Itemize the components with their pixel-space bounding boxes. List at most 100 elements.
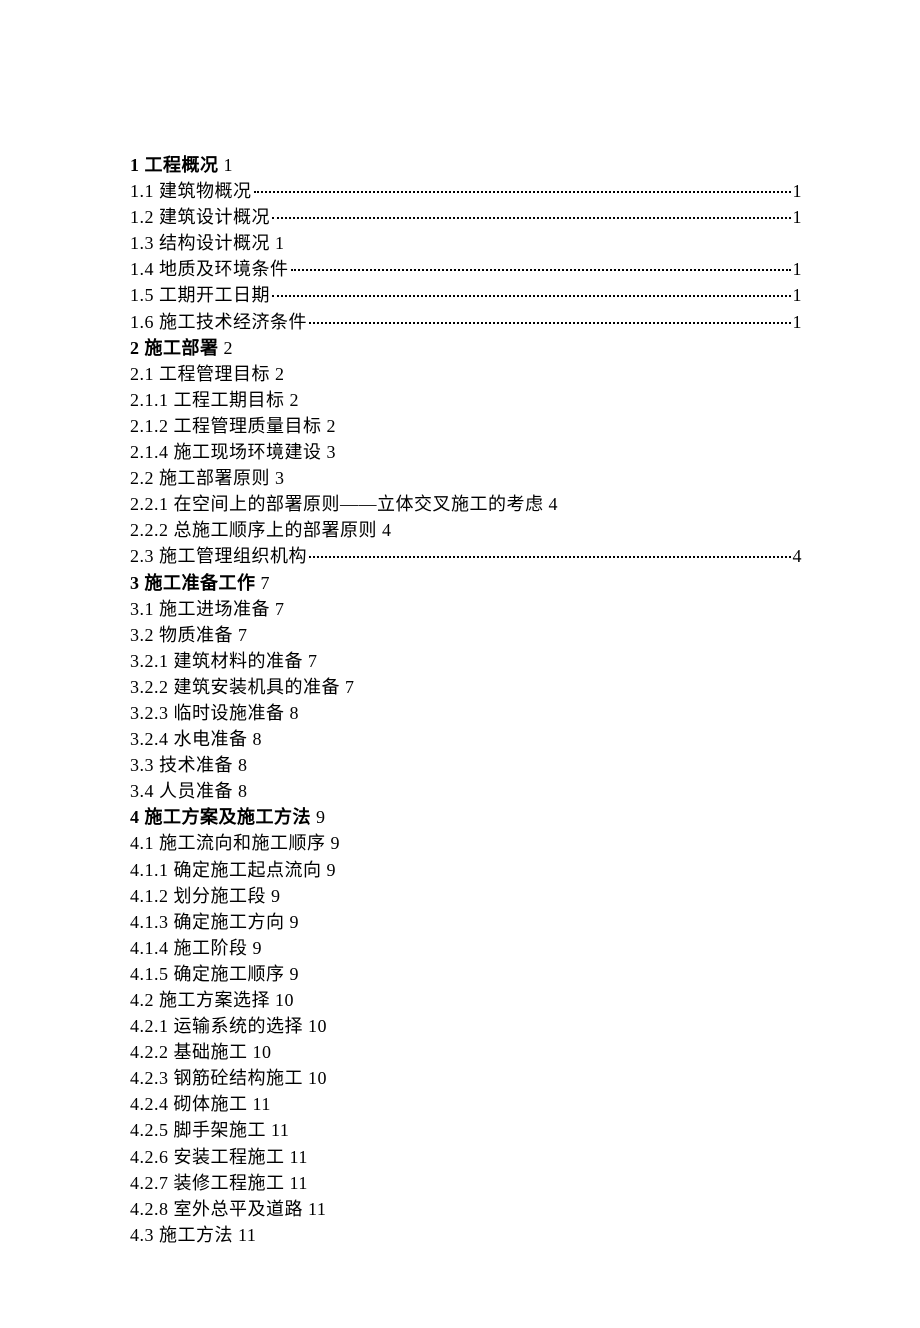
toc-entry: 1.1 建筑物概况1 [130,178,802,204]
toc-entry: 3 施工准备工作 7 [130,570,802,596]
toc-entry: 2.2.1 在空间上的部署原则——立体交叉施工的考虑 4 [130,491,802,517]
toc-entry-number: 2.2 [130,468,159,488]
toc-entry-number: 1.1 [130,181,159,201]
toc-entry: 4.1.3 确定施工方向 9 [130,909,802,935]
toc-entry: 1.6 施工技术经济条件1 [130,309,802,335]
toc-entry: 1.2 建筑设计概况1 [130,204,802,230]
toc-entry-left: 3.2.1 建筑材料的准备 7 [130,648,318,674]
toc-entry: 4 施工方案及施工方法 9 [130,804,802,830]
toc-entry-page: 10 [308,1068,327,1088]
toc-entry-page: 7 [308,651,318,671]
toc-entry-number: 4.2.8 [130,1199,174,1219]
toc-entry: 4.2.7 装修工程施工 11 [130,1170,802,1196]
toc-entry-left: 4.2.1 运输系统的选择 10 [130,1013,327,1039]
toc-leader-dots [291,269,791,271]
toc-leader-dots [309,322,791,324]
toc-entry-left: 1.5 工期开工日期 [130,282,270,308]
toc-entry: 1.3 结构设计概况 1 [130,230,802,256]
toc-entry: 1.4 地质及环境条件 1 [130,256,802,282]
toc-entry-title: 安装工程施工 [174,1147,285,1167]
toc-entry-title: 结构设计概况 [159,233,270,253]
toc-entry: 2.1.1 工程工期目标 2 [130,387,802,413]
toc-entry-title: 砌体施工 [174,1094,248,1114]
toc-entry-left: 2.1.2 工程管理质量目标 2 [130,413,336,439]
toc-entry-number: 4.2.3 [130,1068,174,1088]
toc-entry-left: 4.1.3 确定施工方向 9 [130,909,299,935]
toc-entry-title: 施工阶段 [174,938,248,958]
table-of-contents: 1 工程概况 11.1 建筑物概况11.2 建筑设计概况11.3 结构设计概况 … [130,152,802,1248]
toc-entry-number: 4.1.2 [130,886,174,906]
toc-entry-number: 1.3 [130,233,159,253]
toc-entry-number: 4.1 [130,833,159,853]
toc-entry-page: 8 [253,729,263,749]
toc-entry-page: 9 [290,964,300,984]
toc-entry-number: 1.5 [130,285,159,305]
toc-entry-title: 地质及环境条件 [159,259,289,279]
toc-entry-title: 施工方法 [159,1225,233,1245]
toc-entry-number: 3 [130,573,145,593]
toc-entry-page: 2 [275,364,285,384]
toc-entry-page: 9 [271,886,281,906]
toc-entry-page: 2 [327,416,337,436]
toc-entry-title: 施工管理组织机构 [159,546,307,566]
toc-entry: 4.1 施工流向和施工顺序 9 [130,830,802,856]
toc-entry-left: 4.1.2 划分施工段 9 [130,883,281,909]
toc-entry-page: 10 [308,1016,327,1036]
toc-entry-title: 人员准备 [159,781,233,801]
toc-entry-page: 11 [290,1173,308,1193]
toc-entry-title: 确定施工起点流向 [174,860,322,880]
toc-entry-left: 3 施工准备工作 7 [130,570,270,596]
toc-entry-left: 1.4 地质及环境条件 [130,256,289,282]
toc-entry-page: 2 [224,338,234,358]
toc-entry-left: 4.2.8 室外总平及道路 11 [130,1196,326,1222]
toc-entry: 4.2.4 砌体施工 11 [130,1091,802,1117]
toc-entry-left: 1.3 结构设计概况 1 [130,230,285,256]
toc-entry-number: 1.2 [130,207,159,227]
toc-entry-title: 在空间上的部署原则——立体交叉施工的考虑 [174,494,544,514]
toc-entry: 4.2.5 脚手架施工 11 [130,1117,802,1143]
toc-entry-number: 3.1 [130,599,159,619]
toc-entry-page: 1 [793,256,803,282]
toc-entry-page: 11 [253,1094,271,1114]
toc-entry-number: 2.1.1 [130,390,174,410]
toc-entry-page: 1 [793,282,803,308]
toc-entry-number: 3.2.1 [130,651,174,671]
toc-entry: 4.2.1 运输系统的选择 10 [130,1013,802,1039]
toc-leader-dots [254,191,791,193]
toc-entry-page: 9 [253,938,263,958]
toc-entry-left: 1.6 施工技术经济条件 [130,309,307,335]
toc-entry-title: 划分施工段 [174,886,267,906]
toc-entry-number: 3.2.2 [130,677,174,697]
toc-entry-page: 4 [382,520,392,540]
toc-entry-left: 2.2.1 在空间上的部署原则——立体交叉施工的考虑 4 [130,491,558,517]
toc-entry-title: 总施工顺序上的部署原则 [174,520,378,540]
toc-entry-number: 4.2.2 [130,1042,174,1062]
toc-entry: 4.1.4 施工阶段 9 [130,935,802,961]
toc-entry-page: 8 [238,755,248,775]
toc-entry-title: 物质准备 [159,625,233,645]
toc-entry-title: 技术准备 [159,755,233,775]
toc-entry-left: 3.3 技术准备 8 [130,752,248,778]
toc-entry-title: 脚手架施工 [174,1120,267,1140]
toc-entry-page: 9 [290,912,300,932]
toc-entry-number: 4.2.4 [130,1094,174,1114]
toc-entry-left: 2 施工部署 2 [130,335,233,361]
toc-entry-left: 4.3 施工方法 11 [130,1222,256,1248]
toc-entry-number: 4.2 [130,990,159,1010]
toc-entry-number: 4.2.1 [130,1016,174,1036]
toc-entry-left: 3.4 人员准备 8 [130,778,248,804]
toc-entry-left: 1 工程概况 1 [130,152,233,178]
toc-entry-left: 3.2.4 水电准备 8 [130,726,262,752]
toc-entry: 3.2.3 临时设施准备 8 [130,700,802,726]
toc-entry-title: 施工流向和施工顺序 [159,833,326,853]
toc-entry-left: 4.2.6 安装工程施工 11 [130,1144,308,1170]
toc-entry-left: 3.1 施工进场准备 7 [130,596,285,622]
toc-entry-page: 9 [316,807,326,827]
toc-entry-number: 4.1.1 [130,860,174,880]
toc-entry-page: 1 [793,178,803,204]
toc-entry-page: 11 [290,1147,308,1167]
toc-entry-title: 建筑设计概况 [159,207,270,227]
toc-entry-number: 4.3 [130,1225,159,1245]
toc-entry: 3.2.1 建筑材料的准备 7 [130,648,802,674]
toc-entry-page: 11 [238,1225,256,1245]
